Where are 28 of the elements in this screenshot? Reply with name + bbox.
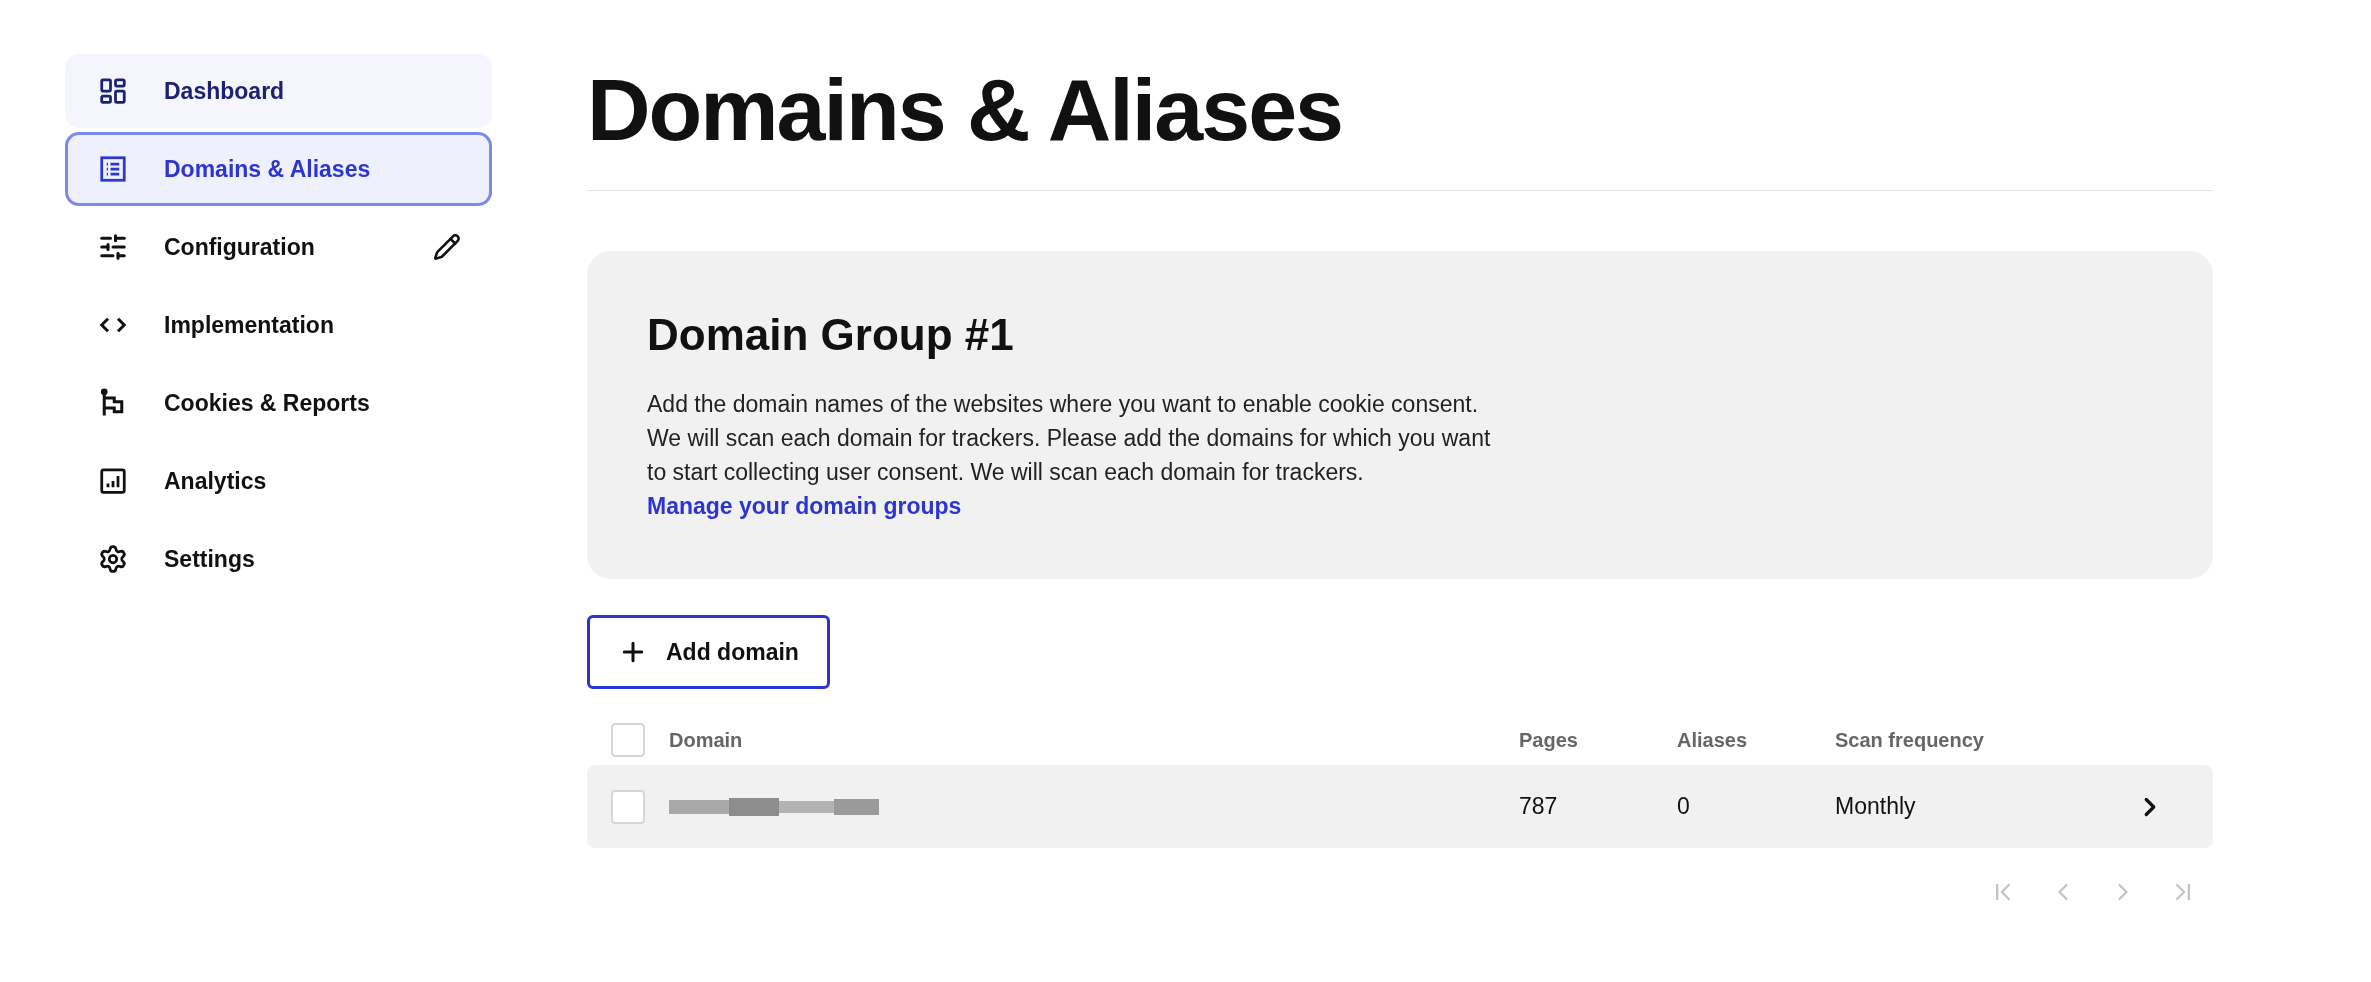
add-domain-button[interactable]: Add domain <box>587 615 830 689</box>
sidebar-item[interactable]: Domains & Aliases <box>65 132 492 206</box>
row-checkbox[interactable] <box>611 789 645 824</box>
edit-icon[interactable] <box>433 233 461 261</box>
sliders-icon <box>98 232 128 262</box>
sidebar-item[interactable]: Analytics <box>65 444 492 518</box>
chart-icon <box>98 466 128 496</box>
table-cell-text: 787 <box>1519 792 1559 822</box>
settings-icon <box>98 544 128 574</box>
dashboard-icon <box>98 76 128 106</box>
table-cell-text: Monthly <box>1835 792 1917 822</box>
select-all-checkbox[interactable] <box>611 723 645 757</box>
page-title: Domains & Aliases <box>587 66 2213 191</box>
sidebar-item[interactable]: Configuration <box>65 210 492 284</box>
card-title: Domain Group #1 <box>647 313 1015 357</box>
table-row[interactable]: 787 0 Monthly <box>587 765 2213 848</box>
table-cell-text: 0 <box>1677 792 1691 822</box>
card-description: Add the domain names of the websites where you want to enable cookie consent. We will scan each domain for trackers. Please add the domains for which you want to start collecting user consent. We will scan each domain for trackers. <box>647 390 1492 487</box>
manage-groups-link[interactable]: Manage your domain groups <box>647 489 2153 523</box>
column-header: Aliases <box>1677 728 1749 753</box>
column-header: Domain <box>669 728 744 753</box>
column-header: Scan frequency <box>1835 728 1984 753</box>
sidebar-item[interactable]: Cookies & Reports <box>65 366 492 440</box>
sidebar-item[interactable]: Settings <box>65 522 492 596</box>
sidebar-item[interactable]: Dashboard <box>65 54 492 128</box>
column-header: Pages <box>1519 728 1579 753</box>
list-icon <box>98 154 128 184</box>
sidebar-item[interactable]: Implementation <box>65 288 492 362</box>
